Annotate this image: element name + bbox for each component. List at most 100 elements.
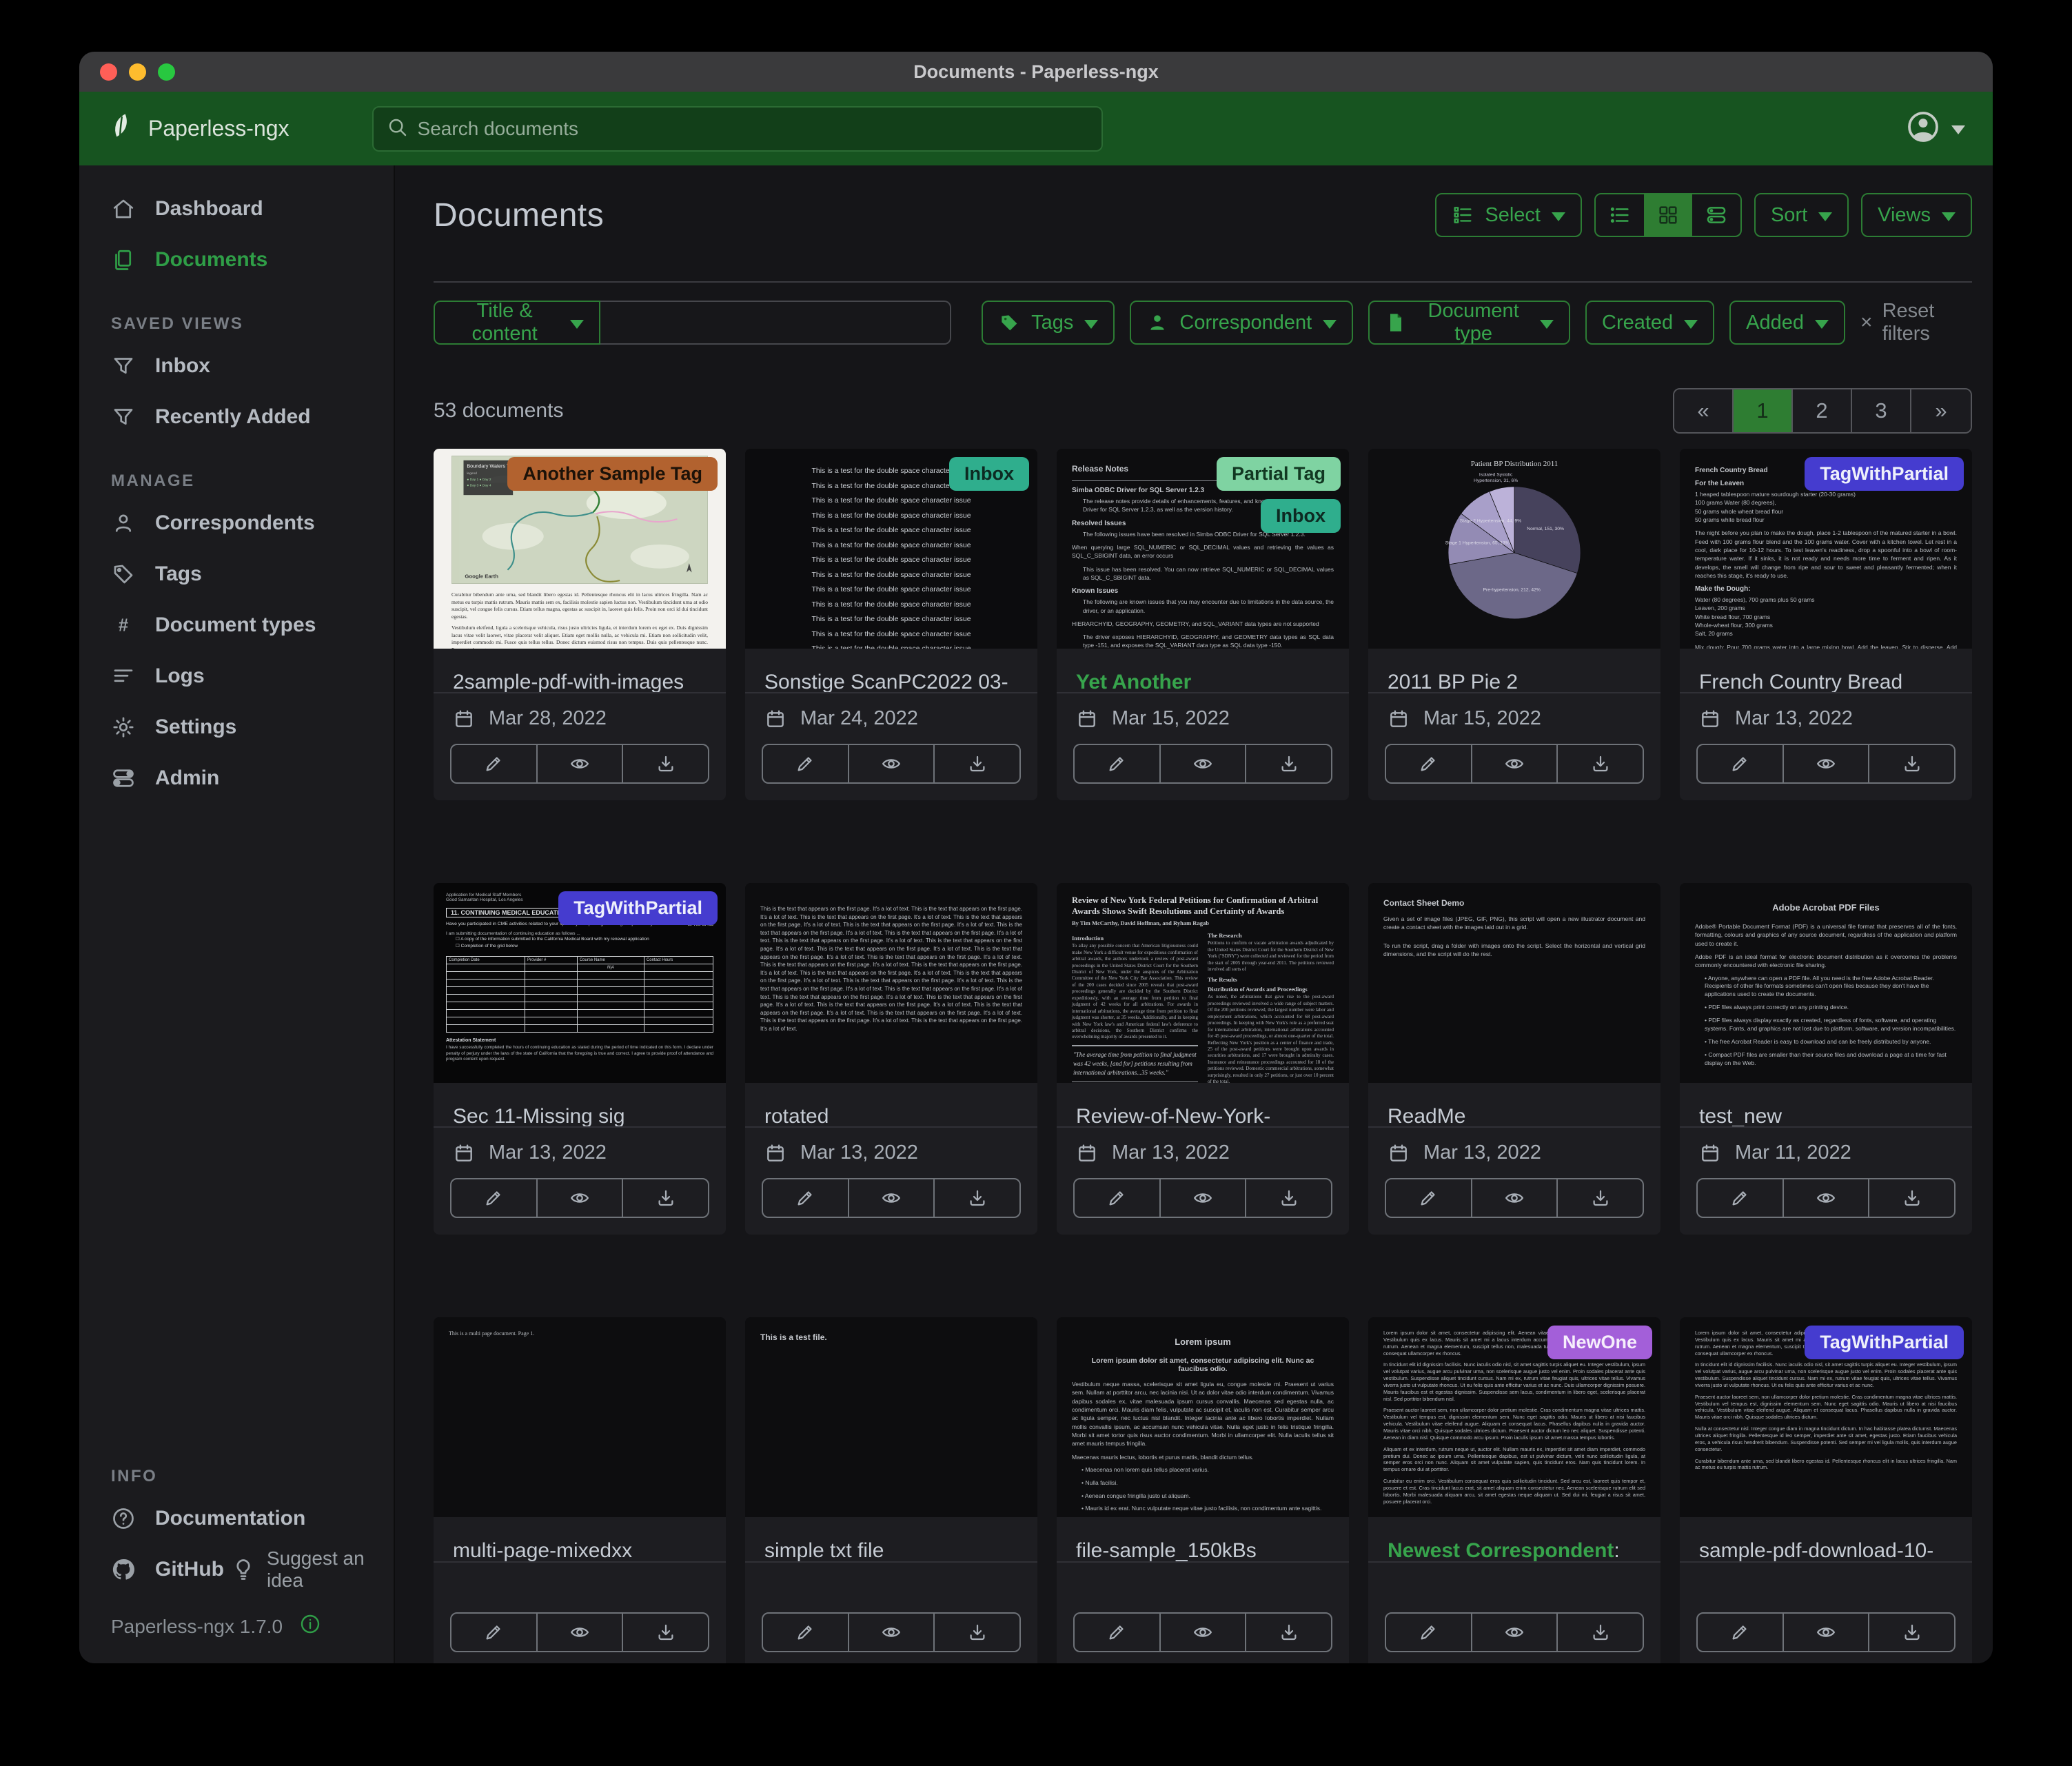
document-thumbnail[interactable]: Review of New York Federal Petitions for… bbox=[1057, 883, 1349, 1083]
document-thumbnail[interactable]: This is the text that appears on the fir… bbox=[745, 883, 1037, 1083]
document-thumbnail[interactable]: Patient BP Distribution 2011Normal, 151,… bbox=[1368, 449, 1660, 649]
view-document-button[interactable] bbox=[1161, 1614, 1247, 1651]
minimize-window-button[interactable] bbox=[129, 63, 146, 81]
view-document-button[interactable] bbox=[1784, 745, 1870, 782]
view-document-button[interactable] bbox=[538, 745, 624, 782]
filter-tags-button[interactable]: Tags bbox=[982, 301, 1115, 345]
user-menu[interactable] bbox=[1906, 110, 1965, 148]
grid-view-button[interactable] bbox=[1644, 194, 1692, 236]
view-document-button[interactable] bbox=[1472, 745, 1558, 782]
pagination-page-3[interactable]: 3 bbox=[1852, 389, 1911, 432]
app-brand[interactable]: Paperless-ngx bbox=[107, 112, 290, 146]
sidebar-item-settings[interactable]: Settings bbox=[79, 702, 394, 753]
tag-badge[interactable]: Another Sample Tag bbox=[507, 457, 718, 491]
filter-title-content-button[interactable]: Title & content bbox=[434, 301, 600, 345]
download-document-button[interactable] bbox=[623, 745, 708, 782]
edit-document-button[interactable] bbox=[1698, 1179, 1784, 1217]
detail-view-button[interactable] bbox=[1692, 194, 1740, 236]
sidebar-item-recently-added[interactable]: Recently Added bbox=[79, 392, 394, 443]
pagination-next-button[interactable]: » bbox=[1911, 389, 1971, 432]
document-thumbnail[interactable]: Contact Sheet DemoGiven a set of image f… bbox=[1368, 883, 1660, 1083]
view-document-button[interactable] bbox=[1784, 1614, 1870, 1651]
document-thumbnail[interactable]: Release NotesSimba ODBC Driver for SQL S… bbox=[1057, 449, 1349, 649]
tag-badge[interactable]: TagWithPartial bbox=[1805, 1326, 1964, 1359]
document-thumbnail[interactable]: This is a multi page document. Page 1. bbox=[434, 1317, 726, 1517]
document-title[interactable]: Review-of-New-York-Federal-Petitions-art… bbox=[1076, 1101, 1330, 1126]
view-document-button[interactable] bbox=[1472, 1179, 1558, 1217]
pagination-page-1[interactable]: 1 bbox=[1734, 389, 1793, 432]
document-title[interactable]: French Country Bread Revised.docx bbox=[1699, 667, 1953, 692]
sort-button[interactable]: Sort bbox=[1754, 193, 1849, 237]
filter-correspondent-button[interactable]: Correspondent bbox=[1130, 301, 1353, 345]
view-document-button[interactable] bbox=[1472, 1614, 1558, 1651]
sidebar-item-tags[interactable]: Tags bbox=[79, 549, 394, 600]
document-title[interactable]: test_new bbox=[1699, 1101, 1953, 1126]
filter-document-type-button[interactable]: Document type bbox=[1368, 301, 1570, 345]
download-document-button[interactable] bbox=[1869, 745, 1954, 782]
search-input[interactable] bbox=[418, 118, 1089, 140]
document-title[interactable]: Sec 11-Missing sig bbox=[453, 1101, 707, 1126]
document-title[interactable]: 2011 BP Pie 2 bbox=[1388, 667, 1641, 692]
view-document-button[interactable] bbox=[1784, 1179, 1870, 1217]
download-document-button[interactable] bbox=[1869, 1179, 1954, 1217]
view-document-button[interactable] bbox=[849, 745, 935, 782]
download-document-button[interactable] bbox=[1869, 1614, 1954, 1651]
edit-document-button[interactable] bbox=[1698, 745, 1784, 782]
view-document-button[interactable] bbox=[1161, 1179, 1247, 1217]
document-title[interactable]: Newest Correspondent: f_combineds bbox=[1388, 1535, 1641, 1561]
download-document-button[interactable] bbox=[1246, 745, 1331, 782]
document-title[interactable]: Sonstige ScanPC2022 03-24_081058 bbox=[764, 667, 1018, 692]
tag-badge[interactable]: Inbox bbox=[949, 457, 1029, 491]
sidebar-item-documentation[interactable]: Documentation bbox=[79, 1493, 394, 1544]
download-document-button[interactable] bbox=[1558, 1614, 1643, 1651]
sidebar-item-correspondents[interactable]: Correspondents bbox=[79, 498, 394, 549]
download-document-button[interactable] bbox=[1246, 1179, 1331, 1217]
tag-badge[interactable]: Partial Tag bbox=[1217, 457, 1341, 491]
edit-document-button[interactable] bbox=[1698, 1614, 1784, 1651]
edit-document-button[interactable] bbox=[451, 1614, 538, 1651]
download-document-button[interactable] bbox=[1558, 745, 1643, 782]
sidebar-item-suggest-an-idea[interactable]: Suggest an idea bbox=[224, 1544, 394, 1595]
document-title[interactable]: simple txt file bbox=[764, 1535, 1018, 1561]
document-title[interactable]: Yet Another Correspondent: Testing Email bbox=[1076, 667, 1330, 692]
edit-document-button[interactable] bbox=[763, 1179, 849, 1217]
edit-document-button[interactable] bbox=[451, 745, 538, 782]
download-document-button[interactable] bbox=[1558, 1179, 1643, 1217]
document-correspondent[interactable]: Yet Another Correspondent bbox=[1076, 671, 1224, 692]
document-thumbnail[interactable]: Lorem ipsum dolor sit amet, consectetur … bbox=[1368, 1317, 1660, 1517]
views-button[interactable]: Views bbox=[1861, 193, 1972, 237]
close-window-button[interactable] bbox=[100, 63, 117, 81]
tag-badge[interactable]: TagWithPartial bbox=[1805, 457, 1964, 491]
document-title[interactable]: 2sample-pdf-with-images bbox=[453, 667, 707, 692]
filter-title-content-input[interactable] bbox=[600, 301, 951, 345]
edit-document-button[interactable] bbox=[1386, 745, 1472, 782]
edit-document-button[interactable] bbox=[1075, 1614, 1161, 1651]
download-document-button[interactable] bbox=[623, 1179, 708, 1217]
document-thumbnail[interactable]: Lorem ipsum dolor sit amet, consectetur … bbox=[1680, 1317, 1972, 1517]
tag-badge[interactable]: Inbox bbox=[1261, 499, 1341, 533]
edit-document-button[interactable] bbox=[1075, 1179, 1161, 1217]
document-title[interactable]: sample-pdf-download-10-mb-longer-title bbox=[1699, 1535, 1953, 1561]
sidebar-item-github[interactable]: GitHub bbox=[79, 1544, 224, 1595]
sidebar-item-dashboard[interactable]: Dashboard bbox=[79, 183, 394, 234]
download-document-button[interactable] bbox=[935, 1179, 1019, 1217]
pagination-page-2[interactable]: 2 bbox=[1793, 389, 1852, 432]
edit-document-button[interactable] bbox=[763, 1614, 849, 1651]
filter-created-button[interactable]: Created bbox=[1585, 301, 1714, 345]
filter-added-button[interactable]: Added bbox=[1729, 301, 1845, 345]
document-thumbnail[interactable]: Lorem ipsumLorem ipsum dolor sit amet, c… bbox=[1057, 1317, 1349, 1517]
document-correspondent[interactable]: Newest Correspondent bbox=[1388, 1539, 1614, 1561]
download-document-button[interactable] bbox=[935, 1614, 1019, 1651]
download-document-button[interactable] bbox=[623, 1614, 708, 1651]
document-thumbnail[interactable]: Application for Medical Staff MembersGoo… bbox=[434, 883, 726, 1083]
edit-document-button[interactable] bbox=[763, 745, 849, 782]
pagination-prev-button[interactable]: « bbox=[1674, 389, 1734, 432]
edit-document-button[interactable] bbox=[1386, 1179, 1472, 1217]
download-document-button[interactable] bbox=[935, 745, 1019, 782]
view-document-button[interactable] bbox=[849, 1614, 935, 1651]
reset-filters-button[interactable]: ×Reset filters bbox=[1860, 300, 1972, 345]
view-document-button[interactable] bbox=[849, 1179, 935, 1217]
list-view-button[interactable] bbox=[1596, 194, 1644, 236]
document-thumbnail[interactable]: French Country BreadFor the Leaven1 heap… bbox=[1680, 449, 1972, 649]
view-document-button[interactable] bbox=[538, 1614, 624, 1651]
